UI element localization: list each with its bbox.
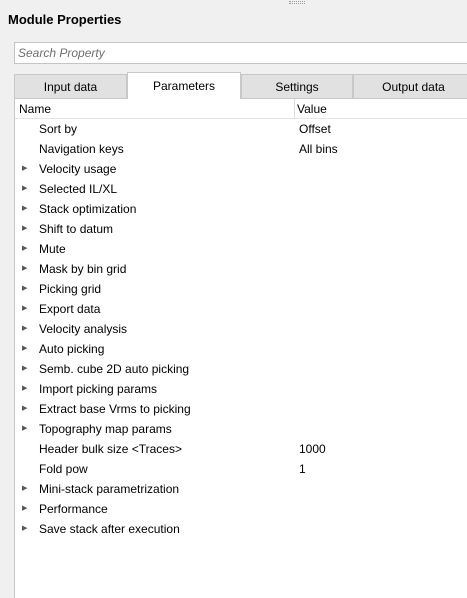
property-name: Picking grid [39, 282, 102, 296]
property-row[interactable]: ▶ Save stack after execution [15, 519, 467, 539]
property-row[interactable]: Header bulk size <Traces> 1000 [15, 439, 467, 459]
expand-arrow-icon[interactable]: ▶ [22, 519, 30, 539]
column-header-value[interactable]: Value [295, 99, 467, 119]
property-value[interactable]: 1000 [299, 439, 326, 459]
property-name: Mini-stack parametrization [39, 482, 180, 496]
property-name: Sort by [39, 122, 78, 136]
property-grid: Name Value Sort by Offset Navigation keys A… [14, 98, 467, 598]
expand-arrow-icon[interactable]: ▶ [22, 379, 30, 399]
tab-output-data[interactable]: Output data [353, 74, 467, 98]
panel-title: Module Properties [8, 12, 122, 27]
property-name: Extract base Vrms to picking [39, 402, 191, 416]
property-name: Auto picking [39, 342, 105, 356]
property-value[interactable]: 1 [299, 459, 306, 479]
property-row[interactable]: ▶ Export data [15, 299, 467, 319]
property-row[interactable]: ▶ Extract base Vrms to picking [15, 399, 467, 419]
panel-drag-handle[interactable] [289, 1, 305, 4]
property-value[interactable]: Offset [299, 119, 331, 139]
expand-arrow-icon[interactable]: ▶ [22, 219, 30, 239]
property-row[interactable]: ▶ Shift to datum [15, 219, 467, 239]
property-row[interactable]: ▶ Performance [15, 499, 467, 519]
tab-bar: Input data Parameters Settings Output da… [14, 72, 467, 99]
expand-arrow-icon[interactable]: ▶ [22, 279, 30, 299]
property-name: Semb. cube 2D auto picking [39, 362, 190, 376]
property-name: Header bulk size <Traces> [39, 442, 182, 456]
tab-parameters[interactable]: Parameters [127, 72, 241, 99]
property-name: Export data [39, 302, 101, 316]
expand-arrow-icon[interactable]: ▶ [22, 199, 30, 219]
property-row[interactable]: ▶ Stack optimization [15, 199, 467, 219]
expand-arrow-icon[interactable]: ▶ [22, 179, 30, 199]
expand-arrow-icon[interactable]: ▶ [22, 359, 30, 379]
property-name: Import picking params [39, 382, 158, 396]
property-row[interactable]: ▶ Mask by bin grid [15, 259, 467, 279]
property-name: Selected IL/XL [39, 182, 118, 196]
search-input[interactable] [14, 42, 467, 64]
property-row[interactable]: ▶ Mini-stack parametrization [15, 479, 467, 499]
property-row[interactable]: ▶ Topography map params [15, 419, 467, 439]
expand-arrow-icon[interactable]: ▶ [22, 499, 30, 519]
property-name: Save stack after execution [39, 522, 180, 536]
property-row[interactable]: ▶ Mute [15, 239, 467, 259]
property-name: Shift to datum [39, 222, 114, 236]
expand-arrow-icon[interactable]: ▶ [22, 479, 30, 499]
property-row[interactable]: ▶ Selected IL/XL [15, 179, 467, 199]
property-name: Mask by bin grid [39, 262, 127, 276]
tab-settings[interactable]: Settings [241, 74, 353, 98]
property-row[interactable]: ▶ Auto picking [15, 339, 467, 359]
tab-input-data[interactable]: Input data [14, 74, 127, 98]
grid-header: Name Value [15, 99, 467, 119]
property-row[interactable]: Sort by Offset [15, 119, 467, 139]
expand-arrow-icon[interactable]: ▶ [22, 399, 30, 419]
expand-arrow-icon[interactable]: ▶ [22, 419, 30, 439]
expand-arrow-icon[interactable]: ▶ [22, 319, 30, 339]
property-name: Performance [39, 502, 108, 516]
property-value[interactable]: All bins [299, 139, 338, 159]
property-name: Mute [39, 242, 66, 256]
property-name: Stack optimization [39, 202, 137, 216]
expand-arrow-icon[interactable]: ▶ [22, 299, 30, 319]
expand-arrow-icon[interactable]: ▶ [22, 239, 30, 259]
property-name: Velocity usage [39, 162, 117, 176]
property-name: Fold pow [39, 462, 88, 476]
property-row[interactable]: ▶ Import picking params [15, 379, 467, 399]
column-header-name[interactable]: Name [15, 99, 295, 119]
property-row[interactable]: ▶ Velocity analysis [15, 319, 467, 339]
expand-arrow-icon[interactable]: ▶ [22, 259, 30, 279]
property-row[interactable]: ▶ Velocity usage [15, 159, 467, 179]
property-row[interactable]: Navigation keys All bins [15, 139, 467, 159]
expand-arrow-icon[interactable]: ▶ [22, 159, 30, 179]
module-properties-panel: Module Properties Input data Parameters … [0, 0, 467, 598]
property-name: Navigation keys [39, 142, 124, 156]
property-name: Velocity analysis [39, 322, 128, 336]
property-name: Topography map params [39, 422, 172, 436]
expand-arrow-icon[interactable]: ▶ [22, 339, 30, 359]
property-row[interactable]: ▶ Semb. cube 2D auto picking [15, 359, 467, 379]
property-row[interactable]: Fold pow 1 [15, 459, 467, 479]
property-row[interactable]: ▶ Picking grid [15, 279, 467, 299]
property-rows: Sort by Offset Navigation keys All bins ▶ Vel… [15, 119, 467, 539]
